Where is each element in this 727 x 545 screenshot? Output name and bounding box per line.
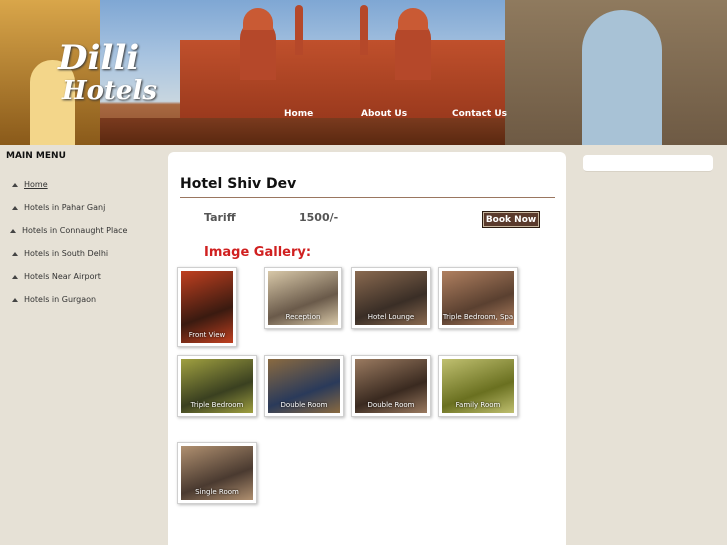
- logo-text-dilli[interactable]: Dilli: [58, 38, 139, 78]
- menu-link-connaught-place[interactable]: Hotels in Connaught Place: [22, 226, 127, 235]
- title-divider: [180, 197, 555, 198]
- gallery-caption: Front View: [188, 331, 226, 339]
- triangle-bullet-icon: [12, 274, 18, 279]
- gallery-thumbnail[interactable]: Triple Bedroom: [177, 355, 257, 417]
- gallery-thumbnail[interactable]: Triple Bedroom, Spa: [438, 267, 518, 329]
- main-menu-title: MAIN MENU: [6, 151, 66, 161]
- gallery-caption: Family Room: [455, 401, 501, 409]
- gallery-photo: Single Room: [181, 446, 253, 500]
- menu-link-pahar-ganj[interactable]: Hotels in Pahar Ganj: [24, 203, 105, 212]
- book-now-button[interactable]: Book Now: [482, 211, 540, 228]
- gallery-caption: Single Room: [195, 488, 239, 496]
- triangle-bullet-icon: [12, 251, 18, 256]
- gallery-thumbnail[interactable]: Hotel Lounge: [351, 267, 431, 329]
- gallery-heading: Image Gallery:: [204, 245, 312, 260]
- logo-text-hotels[interactable]: Hotels: [62, 76, 157, 106]
- main-menu: Home Hotels in Pahar Ganj Hotels in Conn…: [10, 179, 162, 317]
- nav-contact-us[interactable]: Contact Us: [452, 109, 507, 119]
- gallery-caption: Reception: [285, 313, 321, 321]
- tariff-label: Tariff: [204, 211, 236, 224]
- menu-item-gurgaon[interactable]: Hotels in Gurgaon: [12, 294, 162, 306]
- gallery-caption: Triple Bedroom: [190, 401, 244, 409]
- triangle-bullet-icon: [12, 297, 18, 302]
- gallery-photo: Double Room: [355, 359, 427, 413]
- gallery-thumbnail[interactable]: Double Room: [351, 355, 431, 417]
- triangle-bullet-icon: [10, 228, 16, 233]
- gallery-thumbnail[interactable]: Front View: [177, 267, 237, 347]
- gallery-photo: Reception: [268, 271, 338, 325]
- fort-minaret: [360, 5, 368, 55]
- minar-arch: [582, 10, 662, 145]
- gallery-thumbnail[interactable]: Double Room: [264, 355, 344, 417]
- menu-link-south-delhi[interactable]: Hotels in South Delhi: [24, 249, 108, 258]
- menu-link-home[interactable]: Home: [24, 180, 48, 189]
- triangle-bullet-icon: [12, 205, 18, 210]
- menu-item-near-airport[interactable]: Hotels Near Airport: [12, 271, 162, 283]
- header-banner: Dilli Hotels Home About Us Contact Us: [0, 0, 727, 145]
- gallery-caption: Double Room: [367, 401, 415, 409]
- menu-link-gurgaon[interactable]: Hotels in Gurgaon: [24, 295, 96, 304]
- nav-about-us[interactable]: About Us: [361, 109, 407, 119]
- gallery-photo: Front View: [181, 271, 233, 343]
- menu-item-south-delhi[interactable]: Hotels in South Delhi: [12, 248, 162, 260]
- gallery-caption: Double Room: [280, 401, 328, 409]
- gallery-photo: Family Room: [442, 359, 514, 413]
- hotel-name-heading: Hotel Shiv Dev: [180, 176, 297, 192]
- triangle-bullet-icon: [12, 182, 18, 187]
- nav-home[interactable]: Home: [284, 109, 313, 119]
- menu-item-connaught-place[interactable]: Hotels in Connaught Place: [10, 225, 162, 237]
- fort-dome: [398, 8, 428, 30]
- gallery-photo: Double Room: [268, 359, 340, 413]
- menu-item-pahar-ganj[interactable]: Hotels in Pahar Ganj: [12, 202, 162, 214]
- gallery-thumbnail[interactable]: Reception: [264, 267, 342, 329]
- main-content: Hotel Shiv Dev Tariff 1500/- Book Now Im…: [168, 152, 566, 545]
- gallery-thumbnail[interactable]: Single Room: [177, 442, 257, 504]
- gallery-photo: Triple Bedroom: [181, 359, 253, 413]
- fort-wall: [100, 118, 505, 145]
- gallery-photo: Triple Bedroom, Spa: [442, 271, 514, 325]
- gallery-photo: Hotel Lounge: [355, 271, 427, 325]
- menu-item-home[interactable]: Home: [12, 179, 162, 191]
- right-sidebar-box: [583, 155, 713, 172]
- gallery-caption: Triple Bedroom, Spa: [442, 313, 514, 321]
- tariff-value: 1500/-: [299, 211, 339, 224]
- gallery-thumbnail[interactable]: Family Room: [438, 355, 518, 417]
- sidebar: MAIN MENU Home Hotels in Pahar Ganj Hote…: [0, 145, 168, 545]
- fort-minaret: [295, 5, 303, 55]
- gallery-caption: Hotel Lounge: [367, 313, 415, 321]
- fort-dome: [243, 8, 273, 30]
- menu-link-near-airport[interactable]: Hotels Near Airport: [24, 272, 101, 281]
